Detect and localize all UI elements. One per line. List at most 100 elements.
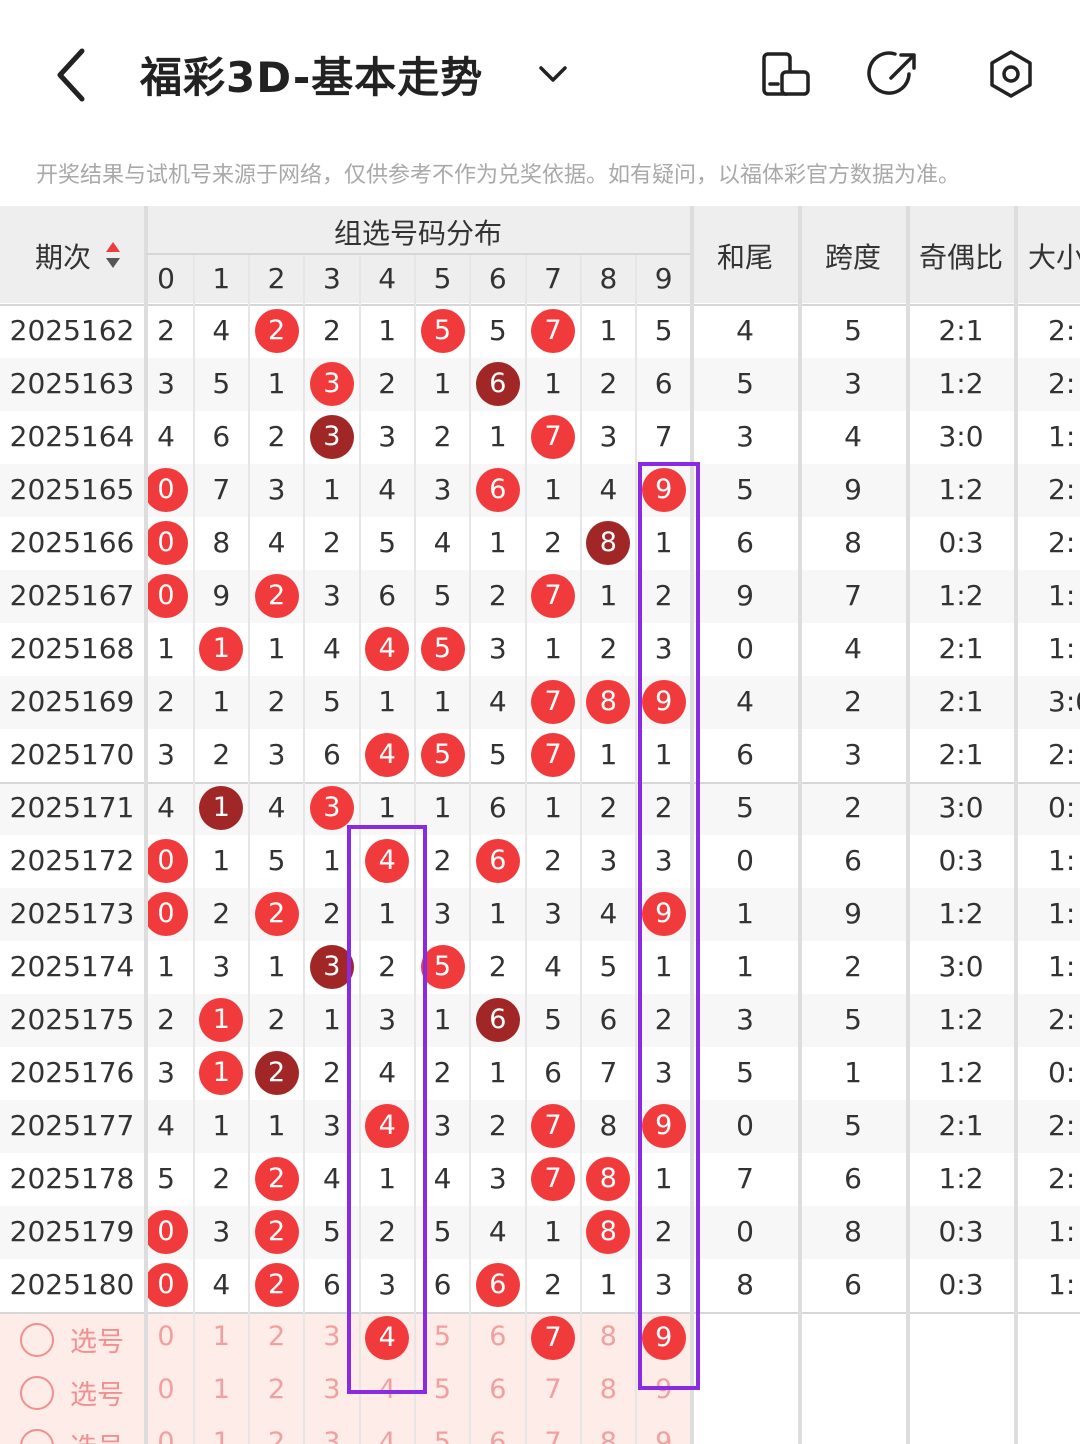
stat-cell: 3 bbox=[844, 738, 862, 771]
number-cell: 2 bbox=[599, 367, 618, 400]
select-number-1[interactable]: 1 bbox=[194, 1321, 248, 1352]
number-cell: 3 bbox=[599, 420, 618, 453]
number-cell: 1 bbox=[212, 685, 231, 718]
number-cell: 3 bbox=[378, 420, 397, 453]
number-ball: 1 bbox=[199, 627, 244, 671]
period-cell: 2025173 bbox=[9, 897, 135, 930]
stat-cell: 1:2 bbox=[938, 1162, 984, 1195]
number-cell: 4 bbox=[212, 1268, 231, 1301]
period-header-label: 期次 bbox=[34, 241, 91, 274]
stat-cell: 2 bbox=[844, 950, 862, 983]
column-divider bbox=[1014, 206, 1018, 1444]
back-button[interactable] bbox=[48, 45, 98, 105]
number-ball: 5 bbox=[420, 309, 465, 353]
select-number-4[interactable]: 4 bbox=[360, 1427, 414, 1444]
stat-cell: 0 bbox=[736, 1109, 754, 1142]
number-ball: 0 bbox=[144, 1210, 188, 1254]
stat-cell: 2:1 bbox=[938, 738, 984, 771]
title-dropdown[interactable] bbox=[535, 56, 571, 92]
select-number-6[interactable]: 6 bbox=[471, 1321, 525, 1352]
phone-rotate-icon bbox=[762, 52, 810, 96]
stat-cell: 1:2 bbox=[938, 1056, 984, 1089]
stat-cell: 8 bbox=[844, 526, 862, 559]
period-cell: 2025168 bbox=[9, 632, 135, 665]
select-number-8[interactable]: 8 bbox=[581, 1427, 635, 1444]
number-cell: 3 bbox=[544, 897, 562, 930]
number-cell: 2 bbox=[544, 1268, 562, 1301]
number-cell: 1 bbox=[488, 1056, 507, 1089]
number-cell: 2 bbox=[378, 367, 397, 400]
select-number-option[interactable]: 选号 bbox=[20, 1426, 124, 1444]
stat-cell: 6 bbox=[736, 738, 754, 771]
number-cell: 7 bbox=[654, 420, 673, 453]
number-cell: 6 bbox=[654, 367, 673, 400]
select-number-1[interactable]: 1 bbox=[194, 1427, 248, 1444]
number-ball: 0 bbox=[144, 521, 188, 565]
number-cell: 9 bbox=[212, 579, 231, 612]
number-cell: 2 bbox=[488, 579, 507, 612]
select-number-5[interactable]: 5 bbox=[416, 1427, 470, 1444]
number-ball: 7 bbox=[531, 1157, 576, 1201]
select-number-6[interactable]: 6 bbox=[471, 1427, 525, 1444]
header-divider bbox=[146, 253, 690, 255]
stat-cell: 0: bbox=[1048, 791, 1076, 824]
number-cell: 4 bbox=[378, 473, 397, 506]
select-number-2[interactable]: 2 bbox=[250, 1427, 304, 1444]
number-cell: 5 bbox=[212, 367, 231, 400]
select-number-8[interactable]: 8 bbox=[581, 1321, 635, 1352]
number-ball: 2 bbox=[254, 1157, 299, 1201]
sort-icon[interactable] bbox=[104, 240, 122, 270]
select-number-3[interactable]: 3 bbox=[305, 1427, 359, 1444]
settings-button[interactable] bbox=[981, 44, 1041, 104]
row-divider bbox=[0, 1312, 1080, 1314]
stat-cell: 8 bbox=[844, 1215, 862, 1248]
stat-cell: 3 bbox=[844, 367, 862, 400]
number-ball: 1 bbox=[199, 786, 244, 830]
select-number-7[interactable]: 7 bbox=[526, 1374, 580, 1405]
stat-cell: 0:3 bbox=[938, 1215, 984, 1248]
select-number-7[interactable]: 7 bbox=[526, 1427, 580, 1444]
stat-cell: 2: bbox=[1048, 1162, 1076, 1195]
stat-cell: 5 bbox=[844, 314, 862, 347]
rotate-screen-button[interactable] bbox=[756, 44, 816, 104]
share-button[interactable] bbox=[865, 44, 925, 104]
period-cell: 2025176 bbox=[9, 1056, 135, 1089]
stat-cell: 1: bbox=[1048, 844, 1076, 877]
select-number-6[interactable]: 6 bbox=[471, 1374, 525, 1405]
select-number-8[interactable]: 8 bbox=[581, 1374, 635, 1405]
number-ball: 7 bbox=[531, 733, 576, 777]
number-cell: 1 bbox=[212, 1109, 231, 1142]
stat-cell: 3:0 bbox=[938, 791, 984, 824]
select-number-9[interactable]: 9 bbox=[637, 1427, 691, 1444]
trend-table: 期次 组选号码分布 和尾 跨度 奇偶比 大小 0 1 2 3 4 5 6 7 8 9 2025162… bbox=[0, 206, 1080, 1444]
number-cell: 1 bbox=[322, 473, 341, 506]
digit-header-8: 8 bbox=[599, 262, 618, 295]
select-number-1[interactable]: 1 bbox=[194, 1374, 248, 1405]
select-number-option[interactable]: 选号 bbox=[20, 1320, 124, 1359]
stat-header-hewei: 和尾 bbox=[716, 241, 773, 274]
number-cell: 3 bbox=[322, 579, 341, 612]
number-cell: 2 bbox=[433, 420, 452, 453]
select-number-2[interactable]: 2 bbox=[250, 1321, 304, 1352]
number-cell: 4 bbox=[267, 526, 286, 559]
disclaimer-notice: 开奖结果与试机号来源于网络，仅供参考不作为兑奖依据。如有疑问，以福体彩官方数据为… bbox=[36, 163, 961, 188]
number-cell: 2 bbox=[212, 1162, 231, 1195]
stat-header-jiou: 奇偶比 bbox=[918, 241, 1003, 274]
number-ball: 2 bbox=[254, 309, 299, 353]
stat-cell: 1:2 bbox=[938, 473, 984, 506]
number-cell: 3 bbox=[267, 738, 286, 771]
number-cell: 1 bbox=[433, 367, 452, 400]
column-divider bbox=[303, 254, 306, 1444]
stat-cell: 1:2 bbox=[938, 897, 984, 930]
stat-cell: 5 bbox=[736, 1056, 754, 1089]
select-number-2[interactable]: 2 bbox=[250, 1374, 304, 1405]
number-cell: 1 bbox=[267, 632, 286, 665]
number-cell: 2 bbox=[322, 526, 341, 559]
stat-cell: 8 bbox=[736, 1268, 754, 1301]
number-ball: 3 bbox=[309, 415, 354, 459]
stat-cell: 0:3 bbox=[938, 844, 984, 877]
select-number-option[interactable]: 选号 bbox=[20, 1373, 124, 1412]
selected-number-ball[interactable]: 7 bbox=[531, 1316, 576, 1360]
number-cell: 2 bbox=[488, 1109, 507, 1142]
number-cell: 4 bbox=[544, 950, 562, 983]
